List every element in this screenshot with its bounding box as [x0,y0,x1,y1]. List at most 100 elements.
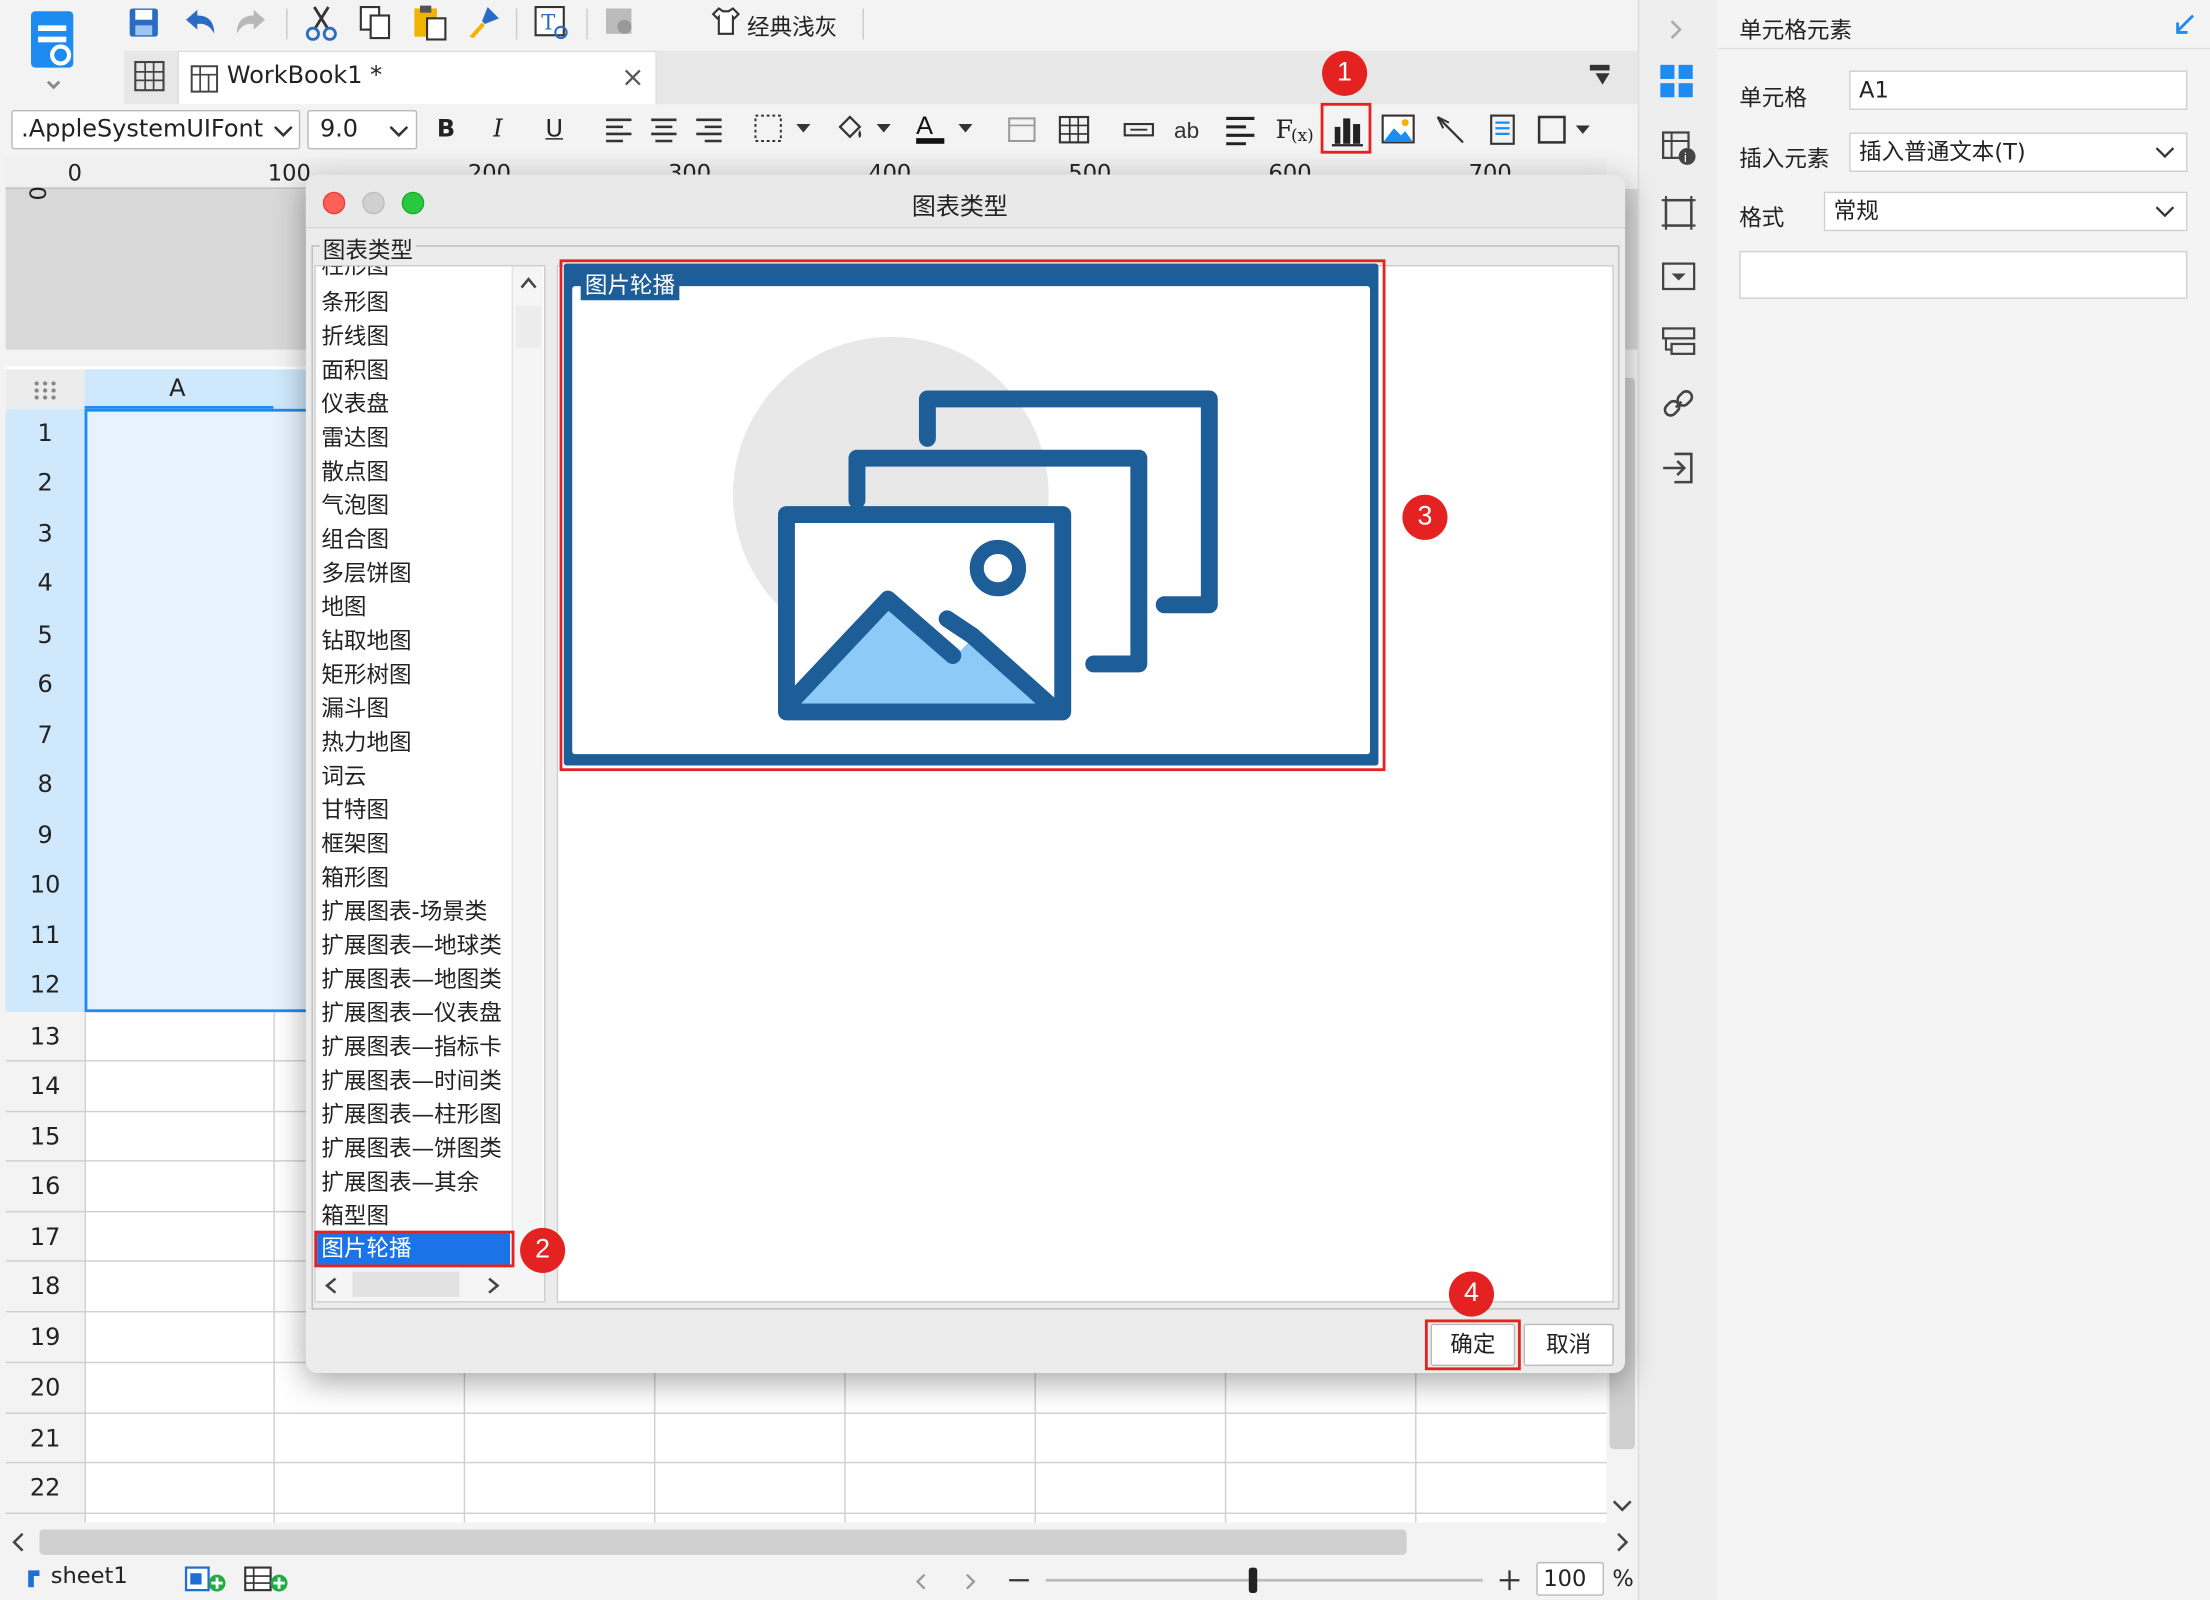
add-report-sheet-icon[interactable] [242,1565,290,1599]
list-scroll-up-icon[interactable] [517,272,540,299]
row-header[interactable]: 14 [6,1073,85,1101]
cell-element-icon[interactable] [1658,62,1697,107]
list-item[interactable]: 扩展图表—地球类 [321,926,501,960]
scroll-left-icon[interactable] [8,1531,28,1559]
merge-cells-icon[interactable] [1006,116,1037,150]
format-select[interactable]: 常规 [1823,191,2188,232]
rich-text-icon[interactable] [1223,114,1257,151]
font-name-select[interactable]: .AppleSystemUIFont [11,109,301,150]
list-item[interactable]: 条形图 [321,283,389,317]
font-color-icon[interactable]: A [913,110,978,152]
scroll-right-icon[interactable] [1612,1531,1632,1559]
save-icon[interactable] [127,6,161,45]
dropdown-widget-icon[interactable] [1660,259,1697,298]
undo-icon[interactable] [180,6,217,45]
corner-select-icon[interactable] [5,369,85,409]
sheet-next-icon[interactable] [961,1570,978,1597]
cell-content-textarea[interactable] [1739,250,2188,299]
list-scrollbar[interactable] [511,266,543,1268]
list-item[interactable]: 气泡图 [321,486,389,520]
row-header[interactable]: 21 [6,1425,85,1453]
row-header[interactable]: 5 [6,622,85,650]
list-item[interactable]: 折线图 [321,317,389,351]
row-header[interactable]: 10 [6,871,85,899]
new-sheet-icon[interactable] [132,59,166,98]
data-entry-icon[interactable] [1660,448,1697,493]
list-hscroll-thumb[interactable] [352,1271,460,1297]
selected-cell-a1[interactable] [84,408,311,1013]
row-header[interactable]: 12 [6,971,85,999]
align-right-icon[interactable] [693,116,724,150]
collapse-panel-icon[interactable] [1666,17,1686,48]
paste-icon[interactable] [412,4,449,46]
list-scroll-thumb[interactable] [515,305,542,349]
image-search-icon[interactable] [603,6,637,45]
font-size-select[interactable]: 9.0 [307,109,418,150]
cell-input[interactable]: A1 [1849,70,2188,110]
tab-workbook1[interactable]: WorkBook1 * [177,50,657,105]
column-header-a[interactable]: A [84,369,274,409]
conditional-format-icon[interactable] [1660,324,1697,363]
text-box-icon[interactable]: T [533,4,570,46]
table-grid-icon[interactable] [1057,114,1091,151]
row-header[interactable]: 15 [6,1124,85,1152]
app-logo-icon[interactable] [25,8,81,90]
sheet-tab[interactable]: sheet1 [20,1559,161,1596]
align-center-icon[interactable] [648,116,679,150]
row-header[interactable]: 16 [6,1173,85,1201]
list-item[interactable]: 多层饼图 [321,554,411,588]
list-hscrollbar[interactable] [315,1267,545,1302]
row-header[interactable]: 17 [6,1224,85,1252]
row-header[interactable]: 13 [6,1023,85,1051]
text-ab-icon[interactable]: ab [1173,116,1207,150]
zoom-out-icon[interactable] [1006,1568,1031,1599]
italic-button[interactable]: I [493,116,502,144]
cut-icon[interactable] [304,4,338,46]
list-item[interactable]: 词云 [321,757,366,791]
row-header[interactable]: 3 [6,520,85,548]
scroll-down-icon[interactable] [1610,1494,1635,1521]
list-item[interactable]: 扩展图表—其余 [321,1163,479,1197]
row-header[interactable]: 9 [6,822,85,850]
list-item[interactable]: 漏斗图 [321,689,389,723]
row-header[interactable]: 2 [6,469,85,497]
list-item[interactable]: 扩展图表—地图类 [321,960,501,994]
formula-icon[interactable]: F (x) [1274,113,1314,152]
list-scroll-left-icon[interactable] [323,1274,340,1301]
add-sheet-icon[interactable] [183,1565,228,1599]
row-header[interactable]: 1 [6,420,85,448]
zoom-input[interactable]: 100 [1536,1561,1604,1596]
sheet-prev-icon[interactable] [913,1570,930,1597]
list-item[interactable]: 组合图 [321,520,389,554]
list-item[interactable]: 面积图 [321,351,389,385]
horizontal-scrollbar[interactable] [5,1525,1638,1560]
insert-element-select[interactable]: 插入普通文本(T) [1849,132,2188,172]
slash-line-icon[interactable] [1435,114,1466,151]
cell-attribute-icon[interactable]: i [1660,130,1697,172]
border-icon[interactable] [753,113,815,150]
zoom-slider-handle[interactable] [1248,1567,1258,1593]
fill-color-icon[interactable] [834,113,896,152]
widget-frame-icon[interactable] [1660,195,1697,237]
sub-report-icon[interactable] [1488,114,1516,151]
list-scroll-right-icon[interactable] [485,1274,502,1301]
list-item[interactable]: 扩展图表—饼图类 [321,1129,501,1163]
row-header[interactable]: 6 [6,671,85,699]
theme-shirt-icon[interactable] [710,6,741,43]
list-item[interactable]: 箱形图 [321,859,389,893]
dialog-zoom-button[interactable] [401,191,425,215]
list-item[interactable]: 甘特图 [321,791,389,825]
row-header[interactable]: 18 [6,1273,85,1301]
list-item[interactable]: 扩展图表—柱形图 [321,1095,501,1129]
zoom-in-icon[interactable] [1497,1568,1522,1599]
theme-label[interactable]: 经典浅灰 [747,8,837,42]
frame-border-icon[interactable] [1536,113,1595,152]
underline-button[interactable]: U [545,116,563,144]
cancel-button[interactable]: 取消 [1523,1323,1614,1366]
row-header[interactable]: 11 [6,922,85,950]
list-item[interactable]: 扩展图表-场景类 [321,892,487,926]
list-item[interactable]: 仪表盘 [321,385,389,419]
redo-icon[interactable] [234,6,271,45]
dialog-minimize-button[interactable] [362,191,385,215]
row-header[interactable]: 20 [6,1374,85,1402]
